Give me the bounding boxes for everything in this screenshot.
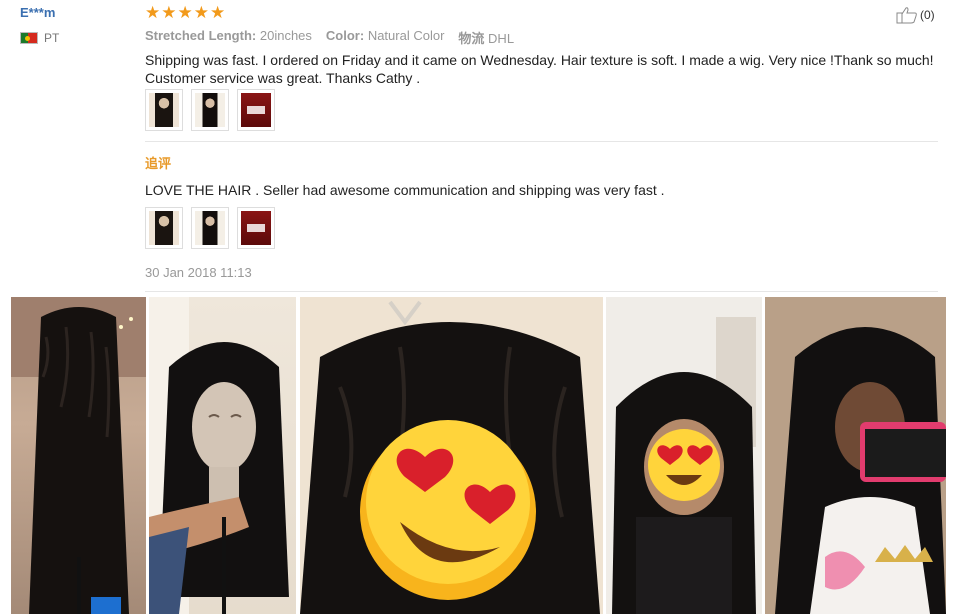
- reviewer-name[interactable]: E***m: [20, 5, 55, 20]
- thumbs-up-icon: [896, 7, 917, 24]
- star-rating: ★ ★ ★ ★ ★: [145, 4, 225, 21]
- helpful-count: (0): [920, 8, 935, 22]
- divider: [145, 291, 938, 292]
- followup-thumbnail[interactable]: [191, 207, 229, 249]
- star-icon: ★: [210, 3, 226, 22]
- review-thumbnail[interactable]: [145, 89, 183, 131]
- star-icon: ★: [145, 3, 161, 22]
- stretched-length-label: Stretched Length:: [145, 28, 257, 43]
- review-thumbnail[interactable]: [237, 89, 275, 131]
- star-icon: ★: [193, 3, 209, 22]
- photo-wig-on-stand[interactable]: [11, 297, 146, 614]
- followup-label: 追评: [145, 156, 172, 171]
- review-thumbnails: [145, 89, 275, 131]
- review-thumbnail[interactable]: [191, 89, 229, 131]
- followup-thumbnails: [145, 207, 275, 249]
- photo-mirror-selfie[interactable]: [765, 297, 946, 614]
- shipping-value: DHL: [488, 31, 515, 46]
- reviewer: E***m: [20, 5, 55, 20]
- photo-wearing-wig-emoji-face-2[interactable]: [606, 297, 762, 614]
- divider: [145, 141, 938, 142]
- followup-thumbnail[interactable]: [237, 207, 275, 249]
- photo-wig-on-mannequin[interactable]: [149, 297, 296, 614]
- portugal-flag-icon: [20, 32, 38, 44]
- photo-wearing-wig-emoji-face[interactable]: [300, 297, 603, 614]
- country-code: PT: [44, 31, 60, 45]
- shipping-label: 物流: [458, 31, 485, 46]
- color-value: Natural Color: [367, 28, 445, 43]
- review-text: Shipping was fast. I ordered on Friday a…: [145, 52, 934, 86]
- followup-text: LOVE THE HAIR . Seller had awesome commu…: [145, 182, 665, 198]
- followup-thumbnail[interactable]: [145, 207, 183, 249]
- color-label: Color:: [325, 28, 365, 43]
- product-attributes: Stretched Length: 20inches Color: Natura…: [145, 28, 514, 47]
- helpful-button[interactable]: (0): [896, 6, 935, 24]
- stretched-length-value: 20inches: [259, 28, 312, 43]
- star-icon: ★: [177, 3, 193, 22]
- review-date: 30 Jan 2018 11:13: [145, 265, 252, 280]
- star-icon: ★: [161, 3, 177, 22]
- reviewer-country: PT: [20, 31, 59, 45]
